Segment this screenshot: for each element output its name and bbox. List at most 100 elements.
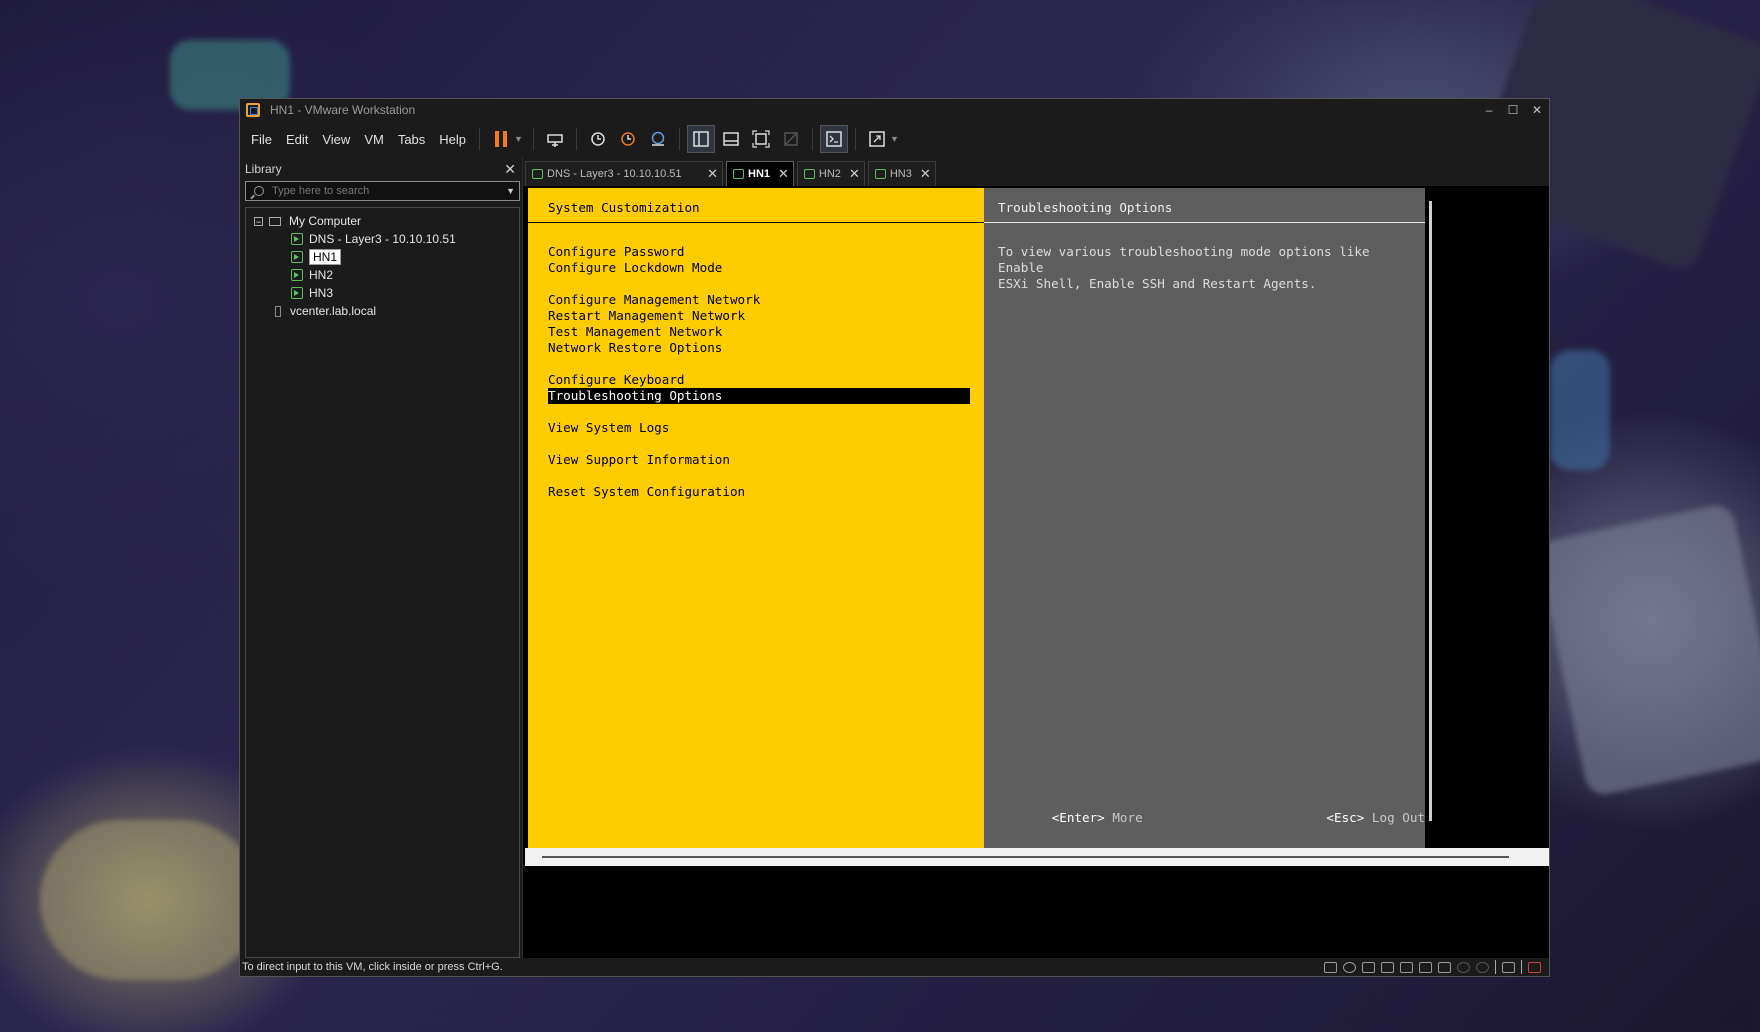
network-adapter-icon[interactable] xyxy=(1438,961,1451,973)
tab-hn2[interactable]: HN2 ✕ xyxy=(796,161,865,186)
network-adapter-icon[interactable] xyxy=(1400,961,1413,973)
snapshot-manager-button[interactable] xyxy=(645,126,671,152)
tree-item-label: DNS - Layer3 - 10.10.10.51 xyxy=(309,232,456,246)
console-view-button[interactable] xyxy=(819,125,848,153)
tree-item-vm[interactable]: HN3 xyxy=(246,284,519,302)
stretch-resize-icon[interactable] xyxy=(1528,961,1541,973)
toolbar-separator xyxy=(479,128,481,150)
console-bottom-bar xyxy=(525,848,1549,866)
vertical-scrollbar[interactable] xyxy=(1429,201,1432,821)
dcui-item-configure-keyboard[interactable]: Configure Keyboard xyxy=(548,372,970,388)
enter-action: More xyxy=(1112,810,1143,825)
search-icon xyxy=(254,186,264,196)
hard-disk-icon[interactable] xyxy=(1324,961,1337,973)
dcui-item-configure-password[interactable]: Configure Password xyxy=(548,244,970,260)
thumbnail-bar-button[interactable] xyxy=(718,126,744,152)
tree-item-vm[interactable]: HN1 xyxy=(246,248,519,266)
pause-dropdown-icon[interactable]: ▼ xyxy=(514,134,523,144)
pause-button[interactable] xyxy=(488,126,514,152)
cd-dvd-icon[interactable] xyxy=(1343,961,1356,973)
revert-snapshot-button[interactable] xyxy=(615,126,641,152)
dcui-item-view-system-logs[interactable]: View System Logs xyxy=(548,420,970,436)
send-ctrl-alt-del-button[interactable] xyxy=(542,126,568,152)
divider xyxy=(1521,960,1522,974)
dcui-item-test-management-network[interactable]: Test Management Network xyxy=(548,324,970,340)
stretch-guest-button[interactable] xyxy=(864,126,890,152)
network-adapter-icon[interactable] xyxy=(1381,961,1394,973)
menu-view[interactable]: View xyxy=(315,132,357,147)
unity-icon xyxy=(784,132,798,146)
dcui-item-troubleshooting-options[interactable]: Troubleshooting Options xyxy=(548,388,970,404)
toolbar-separator xyxy=(678,128,680,150)
toolbar-separator xyxy=(575,128,577,150)
network-adapter-icon[interactable] xyxy=(1362,961,1375,973)
console-view-icon xyxy=(826,131,842,147)
library-panel: Library ✕ Type here to search ▼ − My Com… xyxy=(240,157,523,958)
tab-hn3[interactable]: HN3 ✕ xyxy=(867,161,936,186)
close-button[interactable]: ✕ xyxy=(1525,103,1549,117)
menu-vm[interactable]: VM xyxy=(357,132,391,147)
dcui-item-restart-management-network[interactable]: Restart Management Network xyxy=(548,308,970,324)
dcui-description: To view various troubleshooting mode opt… xyxy=(998,244,1370,291)
toolbar-separator xyxy=(532,128,534,150)
tree-item-host[interactable]: vcenter.lab.local xyxy=(246,302,519,320)
tab-hn1[interactable]: HN1 ✕ xyxy=(726,161,794,186)
esc-action: Log Out xyxy=(1371,810,1425,825)
tab-label: HN3 xyxy=(889,168,912,180)
library-search-input[interactable]: Type here to search ▼ xyxy=(245,181,520,201)
vmware-window: HN1 - VMware Workstation – ☐ ✕ File Edit… xyxy=(239,98,1550,977)
tree-item-label: vcenter.lab.local xyxy=(290,304,377,318)
show-library-icon xyxy=(693,131,709,147)
horizontal-scrollbar[interactable] xyxy=(542,856,1509,858)
tree-item-label: HN3 xyxy=(309,286,334,300)
server-icon xyxy=(275,305,281,317)
usb-controller-icon[interactable] xyxy=(1457,961,1470,973)
collapse-icon[interactable]: − xyxy=(254,216,263,226)
tab-close-icon[interactable]: ✕ xyxy=(849,166,860,182)
tree-item-vm[interactable]: HN2 xyxy=(246,266,519,284)
status-bar: To direct input to this VM, click inside… xyxy=(240,958,1549,976)
status-message: To direct input to this VM, click inside… xyxy=(242,961,503,973)
menu-help[interactable]: Help xyxy=(432,132,473,147)
library-close-icon[interactable]: ✕ xyxy=(504,161,516,178)
sound-card-icon[interactable] xyxy=(1476,961,1489,973)
full-screen-button[interactable] xyxy=(748,126,774,152)
vmware-logo-icon xyxy=(246,103,260,117)
library-header: Library ✕ xyxy=(240,157,522,181)
vm-console[interactable]: System Customization Configure Password … xyxy=(525,186,1549,958)
dcui-right-title: Troubleshooting Options xyxy=(998,200,1173,215)
dcui-item-view-support-information[interactable]: View Support Information xyxy=(548,452,970,468)
tree-item-vm[interactable]: DNS - Layer3 - 10.10.10.51 xyxy=(246,230,519,248)
message-log-icon[interactable] xyxy=(1502,961,1515,973)
tab-close-icon[interactable]: ✕ xyxy=(920,166,931,182)
menu-file[interactable]: File xyxy=(240,132,279,147)
tab-close-icon[interactable]: ✕ xyxy=(778,166,789,182)
dcui-item-network-restore-options[interactable]: Network Restore Options xyxy=(548,340,970,356)
dcui-item-reset-system-configuration[interactable]: Reset System Configuration xyxy=(548,484,970,500)
vm-tabs: DNS - Layer3 - 10.10.10.51 ✕ HN1 ✕ HN2 ✕… xyxy=(523,157,1549,186)
full-screen-icon xyxy=(752,130,770,148)
tab-dns-layer3[interactable]: DNS - Layer3 - 10.10.10.51 ✕ xyxy=(525,161,723,186)
toolbar-separator xyxy=(854,128,856,150)
tab-close-icon[interactable]: ✕ xyxy=(707,166,718,182)
take-snapshot-button[interactable] xyxy=(585,126,611,152)
unity-button[interactable] xyxy=(778,126,804,152)
stretch-dropdown-icon[interactable]: ▼ xyxy=(890,134,899,144)
dcui-item-configure-management-network[interactable]: Configure Management Network xyxy=(548,292,970,308)
thumbnail-bar-icon xyxy=(723,132,739,146)
show-library-button[interactable] xyxy=(686,125,715,153)
maximize-button[interactable]: ☐ xyxy=(1501,103,1525,117)
tree-item-my-computer[interactable]: − My Computer xyxy=(246,212,519,230)
menu-tabs[interactable]: Tabs xyxy=(391,132,432,147)
dcui-item-configure-lockdown-mode[interactable]: Configure Lockdown Mode xyxy=(548,260,970,276)
esc-key: <Esc> xyxy=(1326,810,1365,825)
vm-running-icon xyxy=(874,169,886,179)
enter-key: <Enter> xyxy=(1051,810,1105,825)
minimize-button[interactable]: – xyxy=(1477,103,1501,117)
chevron-down-icon[interactable]: ▼ xyxy=(506,186,515,196)
vm-running-icon xyxy=(803,169,815,179)
menu-bar: File Edit View VM Tabs Help ▼ ▼ xyxy=(240,121,1549,157)
divider xyxy=(1495,960,1496,974)
menu-edit[interactable]: Edit xyxy=(279,132,315,147)
network-adapter-icon[interactable] xyxy=(1419,961,1432,973)
